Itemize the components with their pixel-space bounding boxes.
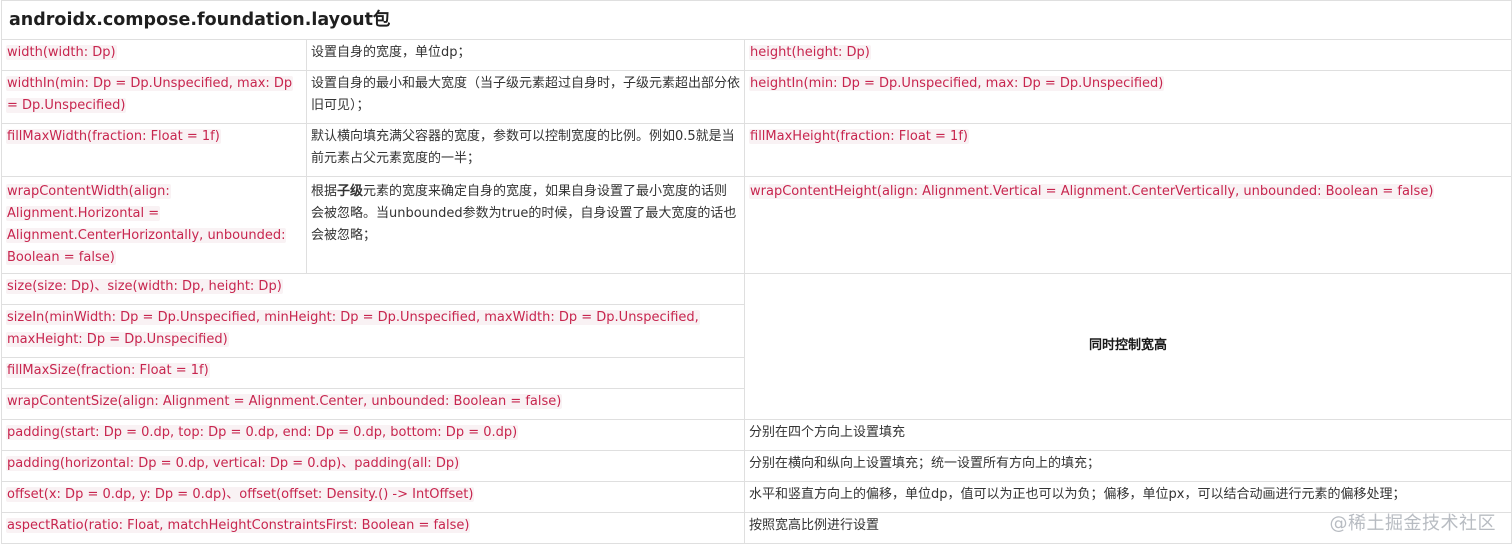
watermark: @稀土掘金技术社区 — [1329, 513, 1496, 534]
desc-cell: 分别在四个方向上设置填充 — [743, 419, 1512, 451]
desc-text: 根据 — [311, 184, 338, 199]
code-text: wrapContentWidth(align: Alignment.Horizo… — [6, 184, 287, 265]
table-row: wrapContentWidth(align: Alignment.Horizo… — [1, 176, 1512, 274]
code-text: wrapContentSize(align: Alignment = Align… — [6, 394, 563, 409]
code-text: padding(start: Dp = 0.dp, top: Dp = 0.dp… — [6, 425, 519, 440]
code-cell: width(width: Dp) — [1, 39, 307, 71]
code-cell: offset(x: Dp = 0.dp, y: Dp = 0.dp)、offse… — [1, 481, 745, 513]
merged-desc-cell: 同时控制宽高 — [743, 273, 1512, 420]
table-title: androidx.compose.foundation.layout包 — [0, 0, 1512, 40]
code-text: size(size: Dp)、size(width: Dp, height: D… — [6, 279, 283, 294]
code-cell: wrapContentWidth(align: Alignment.Horizo… — [1, 176, 307, 274]
table-title-row: androidx.compose.foundation.layout包 — [0, 0, 1512, 40]
code-text: fillMaxSize(fraction: Float = 1f) — [6, 363, 210, 378]
code-cell: sizeIn(minWidth: Dp = Dp.Unspecified, mi… — [1, 304, 745, 358]
code-cell: aspectRatio(ratio: Float, matchHeightCon… — [1, 512, 745, 544]
code-cell: size(size: Dp)、size(width: Dp, height: D… — [1, 273, 745, 305]
desc-cell: 设置自身的宽度，单位dp； — [306, 39, 745, 71]
code-cell: padding(start: Dp = 0.dp, top: Dp = 0.dp… — [1, 419, 745, 451]
code-text: sizeIn(minWidth: Dp = Dp.Unspecified, mi… — [6, 310, 700, 347]
code-text: widthIn(min: Dp = Dp.Unspecified, max: D… — [6, 76, 294, 113]
desc-cell: 分别在横向和纵向上设置填充；统一设置所有方向上的填充； — [743, 450, 1512, 482]
desc-cell: 水平和竖直方向上的偏移，单位dp，值可以为正也可以为负；偏移，单位px，可以结合… — [743, 481, 1512, 513]
code-text: fillMaxWidth(fraction: Float = 1f) — [6, 129, 221, 144]
code-text: padding(horizontal: Dp = 0.dp, vertical:… — [6, 456, 461, 471]
code-cell: fillMaxSize(fraction: Float = 1f) — [1, 357, 745, 389]
table-row: offset(x: Dp = 0.dp, y: Dp = 0.dp)、offse… — [1, 481, 1512, 513]
api-table: androidx.compose.foundation.layout包 widt… — [0, 0, 1512, 544]
table-row: padding(start: Dp = 0.dp, top: Dp = 0.dp… — [1, 419, 1512, 451]
code-text: aspectRatio(ratio: Float, matchHeightCon… — [6, 518, 471, 533]
code-cell: fillMaxWidth(fraction: Float = 1f) — [1, 123, 307, 177]
code-cell: height(height: Dp) — [743, 39, 1512, 71]
code-cell: wrapContentSize(align: Alignment = Align… — [1, 388, 745, 420]
code-text: fillMaxHeight(fraction: Float = 1f) — [749, 129, 969, 144]
desc-cell: 根据子级元素的宽度来确定自身的宽度，如果自身设置了最小宽度的话则会被忽略。当un… — [306, 176, 745, 274]
desc-cell: 默认横向填充满父容器的宽度，参数可以控制宽度的比例。例如0.5就是当前元素占父元… — [306, 123, 745, 177]
code-text: heightIn(min: Dp = Dp.Unspecified, max: … — [749, 76, 1165, 91]
code-text: width(width: Dp) — [6, 45, 117, 60]
code-cell: fillMaxHeight(fraction: Float = 1f) — [743, 123, 1512, 177]
code-text: wrapContentHeight(align: Alignment.Verti… — [749, 184, 1435, 199]
code-cell: wrapContentHeight(align: Alignment.Verti… — [743, 176, 1512, 274]
table-row: size(size: Dp)、size(width: Dp, height: D… — [1, 273, 1512, 420]
desc-text: 元素的宽度来确定自身的宽度，如果自身设置了最小宽度的话则会被忽略。当unboun… — [311, 184, 737, 243]
code-text: offset(x: Dp = 0.dp, y: Dp = 0.dp)、offse… — [6, 487, 475, 502]
desc-cell: 设置自身的最小和最大宽度（当子级元素超过自身时，子级元素超出部分依旧可见）； — [306, 70, 745, 124]
table-row: aspectRatio(ratio: Float, matchHeightCon… — [1, 512, 1512, 544]
table-row: fillMaxWidth(fraction: Float = 1f) 默认横向填… — [1, 123, 1512, 177]
table-row: width(width: Dp) 设置自身的宽度，单位dp； height(he… — [1, 39, 1512, 71]
code-cell: widthIn(min: Dp = Dp.Unspecified, max: D… — [1, 70, 307, 124]
code-cell: padding(horizontal: Dp = 0.dp, vertical:… — [1, 450, 745, 482]
table-row: widthIn(min: Dp = Dp.Unspecified, max: D… — [1, 70, 1512, 124]
code-cell: heightIn(min: Dp = Dp.Unspecified, max: … — [743, 70, 1512, 124]
table-row: padding(horizontal: Dp = 0.dp, vertical:… — [1, 450, 1512, 482]
desc-bold-text: 子级 — [337, 184, 364, 199]
code-text: height(height: Dp) — [749, 45, 871, 60]
